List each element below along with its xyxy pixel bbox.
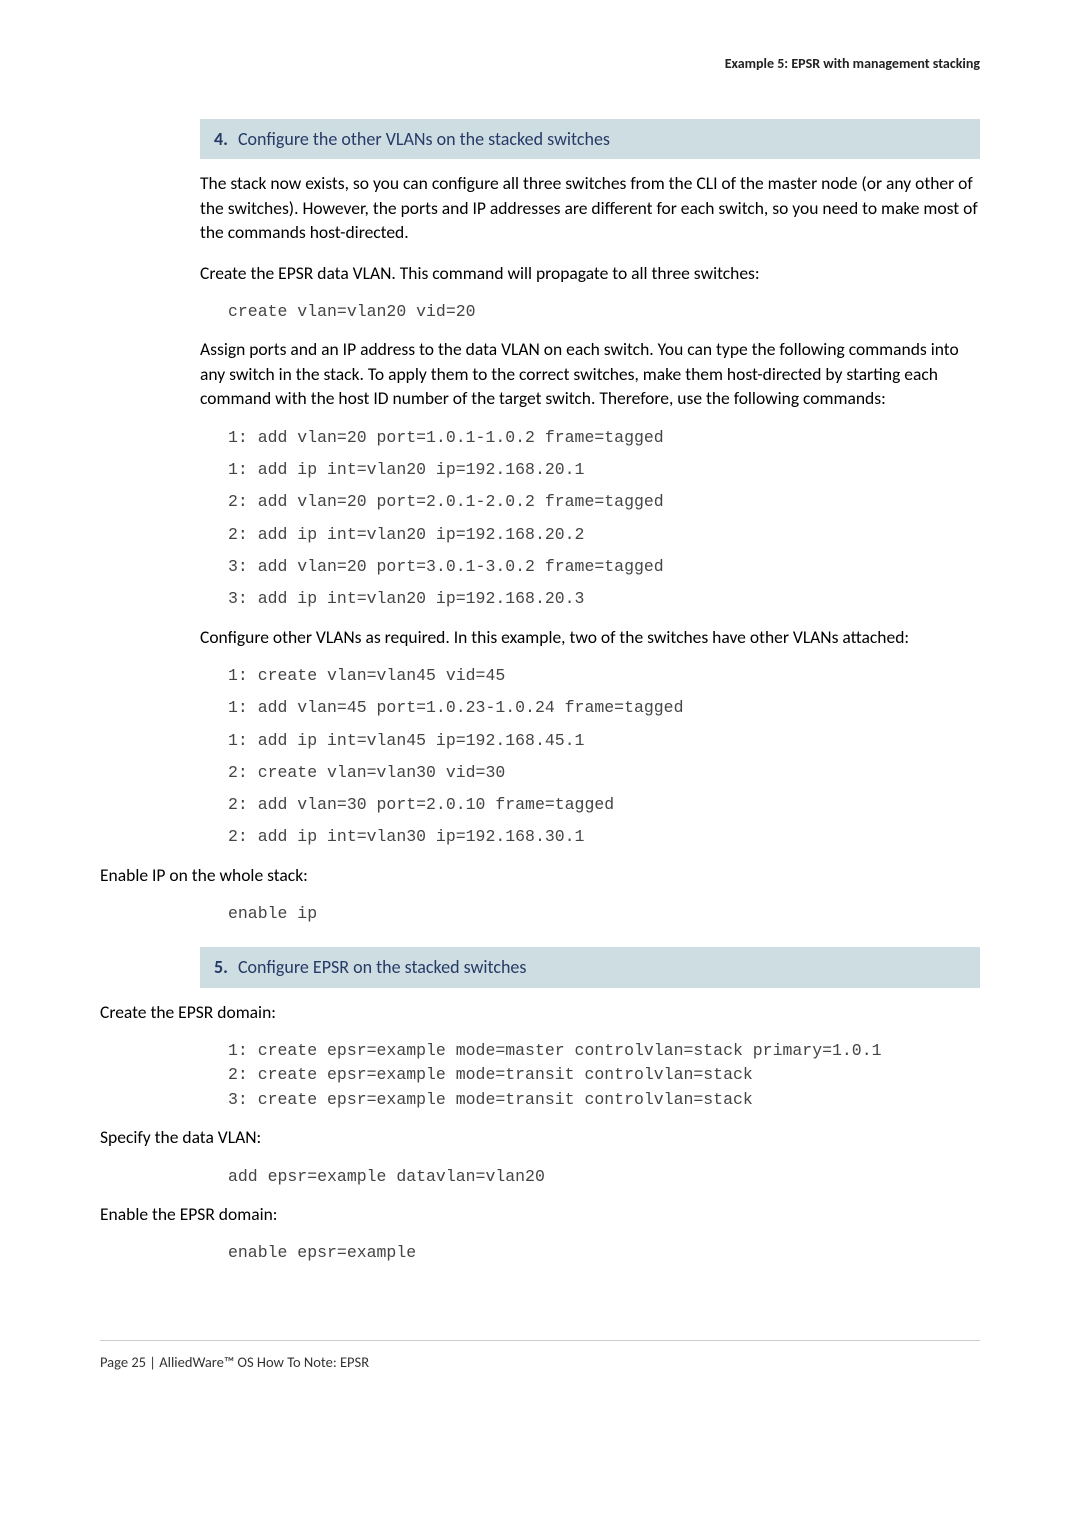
main-content: 4. Configure the other VLANs on the stack… — [200, 119, 980, 1265]
code-line: 1: add vlan=45 port=1.0.23-1.0.24 frame=… — [228, 697, 980, 719]
step-4-paragraph-1: The stack now exists, so you can configu… — [200, 171, 980, 245]
code-line: enable ip — [228, 903, 980, 925]
step-4-paragraph-3: Assign ports and an IP address to the da… — [200, 337, 980, 411]
running-header: Example 5: EPSR with management stacking — [100, 55, 980, 74]
code-line: 2: add ip int=vlan20 ip=192.168.20.2 — [228, 524, 980, 546]
code-line: 1: create vlan=vlan45 vid=45 — [228, 665, 980, 687]
step-4-heading: 4. Configure the other VLANs on the stack… — [200, 119, 980, 159]
code-line: 1: create epsr=example mode=master contr… — [228, 1040, 980, 1062]
code-line: create vlan=vlan20 vid=20 — [228, 301, 980, 323]
step-5-code-3: enable epsr=example — [228, 1242, 980, 1264]
code-line: 1: add ip int=vlan45 ip=192.168.45.1 — [228, 730, 980, 752]
code-line: 2: create vlan=vlan30 vid=30 — [228, 762, 980, 784]
step-5-code-2: add epsr=example datavlan=vlan20 — [228, 1166, 980, 1188]
code-line: 2: add ip int=vlan30 ip=192.168.30.1 — [228, 826, 980, 848]
step-4-code-4: enable ip — [228, 903, 980, 925]
step-4-number: 4. — [214, 128, 228, 150]
code-line: 1: add ip int=vlan20 ip=192.168.20.1 — [228, 459, 980, 481]
code-line: 2: create epsr=example mode=transit cont… — [228, 1064, 980, 1086]
code-line: 2: add vlan=20 port=2.0.1-2.0.2 frame=ta… — [228, 491, 980, 513]
step-5-heading: 5. Configure EPSR on the stacked switches — [200, 947, 980, 987]
step-5-paragraph-1: Create the EPSR domain: — [100, 1000, 980, 1025]
step-4-title: Configure the other VLANs on the stacked… — [238, 128, 610, 150]
code-line: 3: add ip int=vlan20 ip=192.168.20.3 — [228, 588, 980, 610]
code-line: 3: create epsr=example mode=transit cont… — [228, 1089, 980, 1111]
step-4-code-1: create vlan=vlan20 vid=20 — [228, 301, 980, 323]
code-line: 1: add vlan=20 port=1.0.1-1.0.2 frame=ta… — [228, 427, 980, 449]
code-line: add epsr=example datavlan=vlan20 — [228, 1166, 980, 1188]
code-line: 2: add vlan=30 port=2.0.10 frame=tagged — [228, 794, 980, 816]
step-5-code-1: 1: create epsr=example mode=master contr… — [228, 1040, 980, 1111]
step-5-title: Configure EPSR on the stacked switches — [238, 956, 526, 978]
step-4-code-3: 1: create vlan=vlan45 vid=45 1: add vlan… — [228, 665, 980, 849]
step-4-paragraph-5: Enable IP on the whole stack: — [100, 863, 980, 888]
step-5-paragraph-3: Enable the EPSR domain: — [100, 1202, 980, 1227]
code-line: 3: add vlan=20 port=3.0.1-3.0.2 frame=ta… — [228, 556, 980, 578]
code-line: enable epsr=example — [228, 1242, 980, 1264]
page-footer: Page 25 | AlliedWare™ OS How To Note: EP… — [100, 1340, 980, 1373]
step-4-code-2: 1: add vlan=20 port=1.0.1-1.0.2 frame=ta… — [228, 427, 980, 611]
step-5-paragraph-2: Specify the data VLAN: — [100, 1125, 980, 1150]
step-4-paragraph-4: Configure other VLANs as required. In th… — [200, 625, 980, 650]
step-4-paragraph-2: Create the EPSR data VLAN. This command … — [200, 261, 980, 286]
step-5-number: 5. — [214, 956, 228, 978]
